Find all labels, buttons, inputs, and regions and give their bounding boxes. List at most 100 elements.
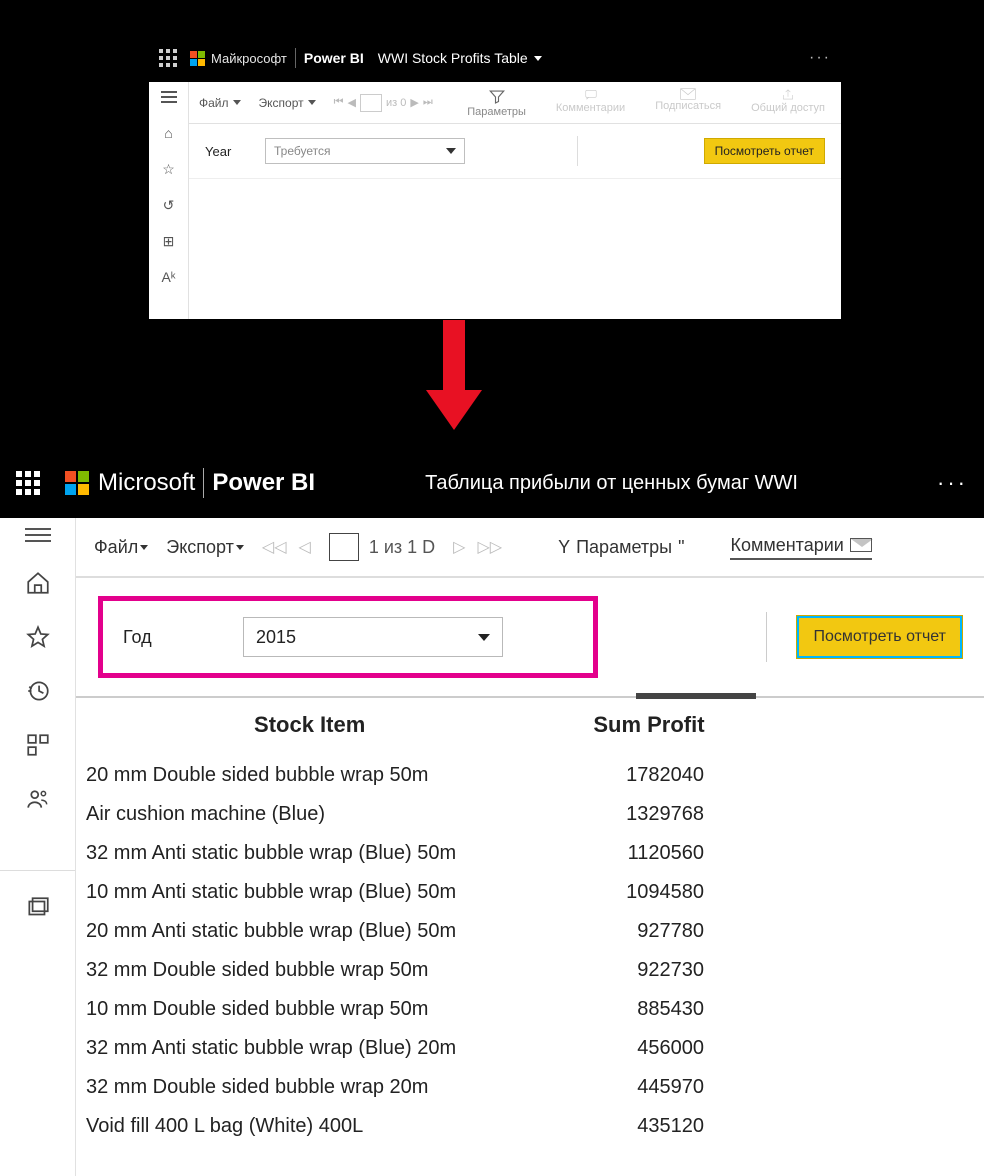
report-title[interactable]: Таблица прибыли от ценных бумаг WWI <box>425 472 798 495</box>
divider <box>577 136 578 166</box>
table-row[interactable]: Air cushion machine (Blue)1329768 <box>76 795 984 834</box>
divider <box>295 48 296 68</box>
report-toolbar: Файл Экспорт ⏮ ◀ из 0 ▶ ⏭ <box>189 82 841 124</box>
next-last-icon[interactable]: ⏭ <box>423 96 433 109</box>
report-canvas <box>189 179 841 319</box>
table-row[interactable]: 10 mm Double sided bubble wrap 50m885430 <box>76 990 984 1029</box>
cell-sum-profit: 922730 <box>543 951 984 990</box>
cell-stock-item: Void fill 400 L bag (White) 400L <box>76 1107 543 1146</box>
file-menu[interactable]: Файл <box>94 537 148 558</box>
mail-icon <box>850 538 872 552</box>
report-table-wrap: Stock Item Sum Profit 20 mm Double sided… <box>76 698 984 1176</box>
parameters-bar: Год 2015 Посмотреть отчет <box>76 578 984 696</box>
share-users-icon[interactable]: Aᵏ <box>160 268 178 286</box>
cell-sum-profit: 1094580 <box>543 873 984 912</box>
comments-label: Комментарии <box>730 535 843 556</box>
home-icon[interactable] <box>25 570 51 596</box>
next-last-icon[interactable]: ▷▷ <box>477 537 502 557</box>
col-stock-item[interactable]: Stock Item <box>76 698 543 756</box>
next-icon[interactable]: ▷ <box>453 537 465 557</box>
param-year-select[interactable]: 2015 <box>243 617 503 657</box>
view-report-button[interactable]: Посмотреть отчет <box>797 616 962 658</box>
app-launcher-icon[interactable] <box>16 471 40 495</box>
col-sum-profit[interactable]: Sum Profit <box>543 698 984 756</box>
cell-stock-item: 32 mm Anti static bubble wrap (Blue) 20m <box>76 1029 543 1068</box>
table-row[interactable]: Void fill 400 L bag (White) 400L435120 <box>76 1107 984 1146</box>
favorite-icon[interactable]: ☆ <box>160 160 178 178</box>
before-panel: Майкрософт Power BI WWI Stock Profits Ta… <box>148 33 842 320</box>
microsoft-logo-icon <box>189 50 205 66</box>
table-row[interactable]: 32 mm Double sided bubble wrap 20m445970 <box>76 1068 984 1107</box>
chevron-down-icon <box>308 100 316 105</box>
param-year-label: Год <box>123 627 243 648</box>
app-launcher-icon[interactable] <box>159 49 177 67</box>
menu-icon[interactable] <box>25 528 51 542</box>
workspaces-icon[interactable] <box>25 895 51 921</box>
next-icon[interactable]: ▶ <box>410 96 418 109</box>
file-menu-label: Файл <box>199 96 229 110</box>
pager-label: 1 из 1 D <box>369 537 435 558</box>
divider <box>766 612 767 662</box>
table-row[interactable]: 20 mm Anti static bubble wrap (Blue) 50m… <box>76 912 984 951</box>
export-menu-label: Экспорт <box>166 537 234 558</box>
product-label[interactable]: Power BI <box>304 50 364 66</box>
report-title[interactable]: WWI Stock Profits Table <box>378 50 542 66</box>
history-icon[interactable]: ↺ <box>160 196 178 214</box>
home-icon[interactable]: ⌂ <box>160 124 178 142</box>
cell-sum-profit: 1120560 <box>543 834 984 873</box>
prev-first-icon[interactable]: ⏮ <box>334 96 344 109</box>
params-highlight-box: Год 2015 <box>98 596 598 678</box>
parameters-button[interactable]: Y Параметры " <box>558 537 684 558</box>
favorite-icon[interactable] <box>25 624 51 650</box>
table-row[interactable]: 10 mm Anti static bubble wrap (Blue) 50m… <box>76 873 984 912</box>
table-row[interactable]: 32 mm Anti static bubble wrap (Blue) 50m… <box>76 834 984 873</box>
export-menu[interactable]: Экспорт <box>166 537 244 558</box>
cell-stock-item: 20 mm Double sided bubble wrap 50m <box>76 756 543 795</box>
comments-button[interactable]: Комментарии <box>550 88 631 118</box>
param-year-select[interactable]: Требуется <box>265 138 465 164</box>
more-button[interactable]: ··· <box>809 49 831 67</box>
cell-stock-item: 32 mm Double sided bubble wrap 20m <box>76 1068 543 1107</box>
page-input[interactable] <box>360 94 382 112</box>
product-label[interactable]: Power BI <box>212 469 315 497</box>
more-button[interactable]: ··· <box>937 470 968 496</box>
header-bar: Майкрософт Power BI WWI Stock Profits Ta… <box>149 34 841 82</box>
chevron-down-icon <box>236 545 244 550</box>
microsoft-logo-icon <box>64 470 90 496</box>
parameters-bar: Year Требуется Посмотреть отчет <box>189 124 841 179</box>
share-users-icon[interactable] <box>25 786 51 812</box>
apps-icon[interactable] <box>25 732 51 758</box>
left-nav-rail: ⌂ ☆ ↺ ⊞ Aᵏ <box>149 82 189 319</box>
table-row[interactable]: 32 mm Double sided bubble wrap 50m922730 <box>76 951 984 990</box>
export-menu[interactable]: Экспорт <box>259 96 316 110</box>
cell-sum-profit: 885430 <box>543 990 984 1029</box>
history-icon[interactable] <box>25 678 51 704</box>
comments-button[interactable]: Комментарии <box>730 535 871 560</box>
of-label: из 0 <box>386 97 406 109</box>
parameters-label: Параметры <box>467 106 526 118</box>
funnel-icon <box>488 88 506 106</box>
cell-sum-profit: 1329768 <box>543 795 984 834</box>
view-report-button[interactable]: Посмотреть отчет <box>704 138 825 164</box>
parameters-button[interactable]: Параметры <box>461 88 532 118</box>
cell-sum-profit: 1782040 <box>543 756 984 795</box>
page-input[interactable] <box>329 533 359 561</box>
menu-icon[interactable] <box>160 88 178 106</box>
brand-label: Майкрософт <box>211 51 287 66</box>
prev-icon[interactable]: ◁ <box>299 537 311 557</box>
cell-stock-item: 10 mm Double sided bubble wrap 50m <box>76 990 543 1029</box>
prev-first-icon[interactable]: ◁◁ <box>262 537 287 557</box>
prev-icon[interactable]: ◀ <box>348 96 356 109</box>
subscribe-button[interactable]: Подписаться <box>649 88 727 118</box>
cell-stock-item: Air cushion machine (Blue) <box>76 795 543 834</box>
table-row[interactable]: 32 mm Anti static bubble wrap (Blue) 20m… <box>76 1029 984 1068</box>
view-report-label: Посмотреть отчет <box>813 628 946 645</box>
file-menu[interactable]: Файл <box>199 96 241 110</box>
share-button[interactable]: Общий доступ <box>745 88 831 118</box>
apps-icon[interactable]: ⊞ <box>160 232 178 250</box>
cell-sum-profit: 927780 <box>543 912 984 951</box>
table-row[interactable]: 20 mm Double sided bubble wrap 50m178204… <box>76 756 984 795</box>
param-year-value: 2015 <box>256 627 296 648</box>
share-label: Общий доступ <box>751 102 825 114</box>
param-year-placeholder: Требуется <box>274 144 330 158</box>
